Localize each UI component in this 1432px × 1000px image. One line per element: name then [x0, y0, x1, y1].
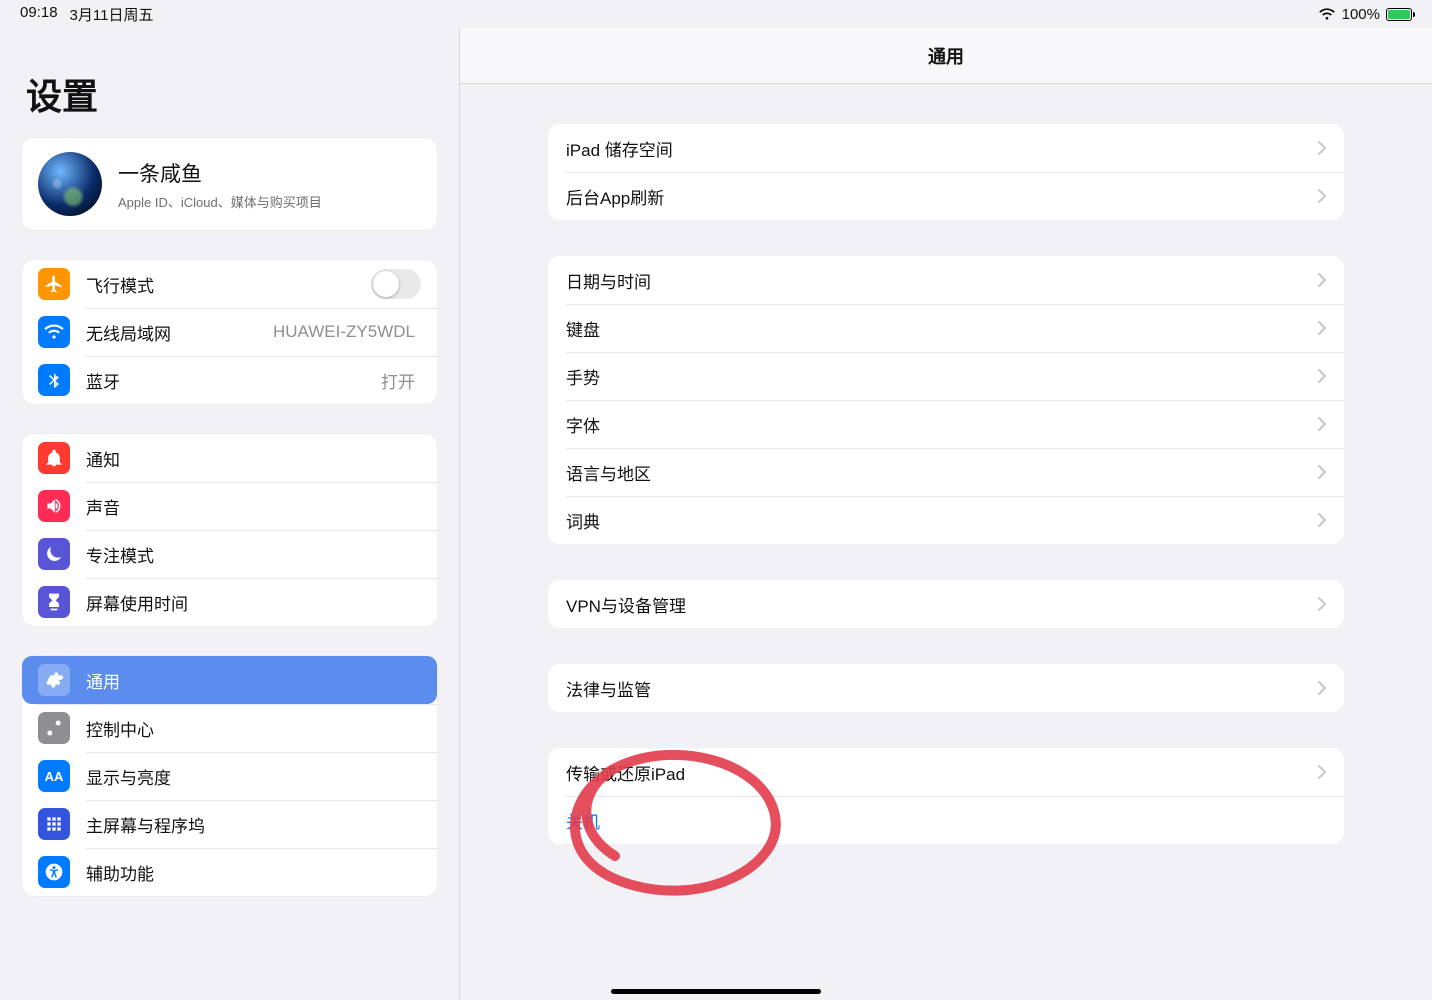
row-background-refresh[interactable]: 后台App刷新 [548, 172, 1344, 220]
row-label: 蓝牙 [86, 368, 381, 393]
row-control-center[interactable]: 控制中心 [22, 704, 437, 752]
row-shutdown[interactable]: 关机 [548, 796, 1344, 844]
chevron-right-icon [1318, 189, 1326, 203]
row-label: 日期与时间 [566, 268, 1318, 293]
battery-icon [1386, 8, 1412, 21]
section-legal: 法律与监管 [548, 664, 1344, 712]
row-datetime[interactable]: 日期与时间 [548, 256, 1344, 304]
chevron-right-icon [1318, 681, 1326, 695]
detail-pane: 通用 iPad 储存空间 后台App刷新 日期与时间 键盘 [460, 28, 1432, 1000]
chevron-right-icon [1318, 369, 1326, 383]
group-notif: 通知 声音 专注模式 屏幕使用时间 [22, 434, 437, 626]
row-screentime[interactable]: 屏幕使用时间 [22, 578, 437, 626]
row-vpn[interactable]: VPN与设备管理 [548, 580, 1344, 628]
grid-icon [38, 808, 70, 840]
row-focus[interactable]: 专注模式 [22, 530, 437, 578]
row-display[interactable]: AA 显示与亮度 [22, 752, 437, 800]
row-label: 专注模式 [86, 542, 421, 567]
row-label: 传输或还原iPad [566, 760, 1318, 785]
row-dictionary[interactable]: 词典 [548, 496, 1344, 544]
home-indicator [611, 989, 821, 994]
row-homescreen[interactable]: 主屏幕与程序坞 [22, 800, 437, 848]
airplane-toggle[interactable] [371, 269, 421, 299]
row-ipad-storage[interactable]: iPad 储存空间 [548, 124, 1344, 172]
row-airplane[interactable]: 飞行模式 [22, 260, 437, 308]
chevron-right-icon [1318, 513, 1326, 527]
section-storage: iPad 储存空间 后台App刷新 [548, 124, 1344, 220]
row-label: 声音 [86, 494, 421, 519]
chevron-right-icon [1318, 141, 1326, 155]
row-notifications[interactable]: 通知 [22, 434, 437, 482]
bell-icon [38, 442, 70, 474]
section-input: 日期与时间 键盘 手势 字体 语言与地区 [548, 256, 1344, 544]
bluetooth-icon [38, 364, 70, 396]
profile-sub: Apple ID、iCloud、媒体与购买项目 [118, 192, 322, 211]
avatar-earth [38, 152, 102, 216]
row-language[interactable]: 语言与地区 [548, 448, 1344, 496]
wifi-icon [1318, 7, 1336, 21]
row-transfer-reset[interactable]: 传输或还原iPad [548, 748, 1344, 796]
row-label: 屏幕使用时间 [86, 590, 421, 615]
row-gesture[interactable]: 手势 [548, 352, 1344, 400]
status-date: 3月11日周五 [70, 4, 154, 25]
chevron-right-icon [1318, 465, 1326, 479]
row-label: 键盘 [566, 316, 1318, 341]
row-label: 语言与地区 [566, 460, 1318, 485]
row-label: VPN与设备管理 [566, 592, 1318, 617]
row-label: 无线局域网 [86, 320, 273, 345]
row-label: 通用 [86, 668, 421, 693]
text-size-icon: AA [38, 760, 70, 792]
row-label: 飞行模式 [86, 272, 371, 297]
row-label: 字体 [566, 412, 1318, 437]
row-font[interactable]: 字体 [548, 400, 1344, 448]
row-label: 主屏幕与程序坞 [86, 812, 421, 837]
profile-name: 一条咸鱼 [118, 158, 322, 188]
moon-icon [38, 538, 70, 570]
row-accessibility[interactable]: 辅助功能 [22, 848, 437, 896]
chevron-right-icon [1318, 417, 1326, 431]
detail-title: 通用 [460, 28, 1432, 84]
row-label: 关机 [566, 808, 1326, 833]
row-keyboard[interactable]: 键盘 [548, 304, 1344, 352]
row-label: 法律与监管 [566, 676, 1318, 701]
row-sound[interactable]: 声音 [22, 482, 437, 530]
group-network: 飞行模式 无线局域网 HUAWEI-ZY5WDL 蓝牙 打开 [22, 260, 437, 404]
battery-pct: 100% [1342, 6, 1380, 23]
toggles-icon [38, 712, 70, 744]
accessibility-icon [38, 856, 70, 888]
status-time: 09:18 [20, 4, 58, 25]
row-label: 手势 [566, 364, 1318, 389]
chevron-right-icon [1318, 597, 1326, 611]
section-reset: 传输或还原iPad 关机 [548, 748, 1344, 844]
wifi-value: HUAWEI-ZY5WDL [273, 322, 415, 342]
profile-card[interactable]: 一条咸鱼 Apple ID、iCloud、媒体与购买项目 [22, 138, 437, 230]
row-wifi[interactable]: 无线局域网 HUAWEI-ZY5WDL [22, 308, 437, 356]
settings-title: 设置 [26, 68, 437, 120]
group-general: 通用 控制中心 AA 显示与亮度 主屏幕与程序坞 [22, 656, 437, 896]
chevron-right-icon [1318, 765, 1326, 779]
wifi-settings-icon [38, 316, 70, 348]
row-label: 后台App刷新 [566, 184, 1318, 209]
chevron-right-icon [1318, 321, 1326, 335]
chevron-right-icon [1318, 273, 1326, 287]
row-label: iPad 储存空间 [566, 136, 1318, 161]
settings-sidebar: 设置 一条咸鱼 Apple ID、iCloud、媒体与购买项目 飞行模式 [0, 28, 460, 1000]
row-legal[interactable]: 法律与监管 [548, 664, 1344, 712]
row-label: 控制中心 [86, 716, 421, 741]
speaker-icon [38, 490, 70, 522]
bluetooth-value: 打开 [381, 368, 415, 393]
status-bar: 09:18 3月11日周五 100% [0, 0, 1432, 28]
row-general[interactable]: 通用 [22, 656, 437, 704]
row-label: 辅助功能 [86, 860, 421, 885]
section-vpn: VPN与设备管理 [548, 580, 1344, 628]
row-label: 通知 [86, 446, 421, 471]
row-bluetooth[interactable]: 蓝牙 打开 [22, 356, 437, 404]
row-label: 词典 [566, 508, 1318, 533]
gear-icon [38, 664, 70, 696]
row-label: 显示与亮度 [86, 764, 421, 789]
hourglass-icon [38, 586, 70, 618]
airplane-icon [38, 268, 70, 300]
